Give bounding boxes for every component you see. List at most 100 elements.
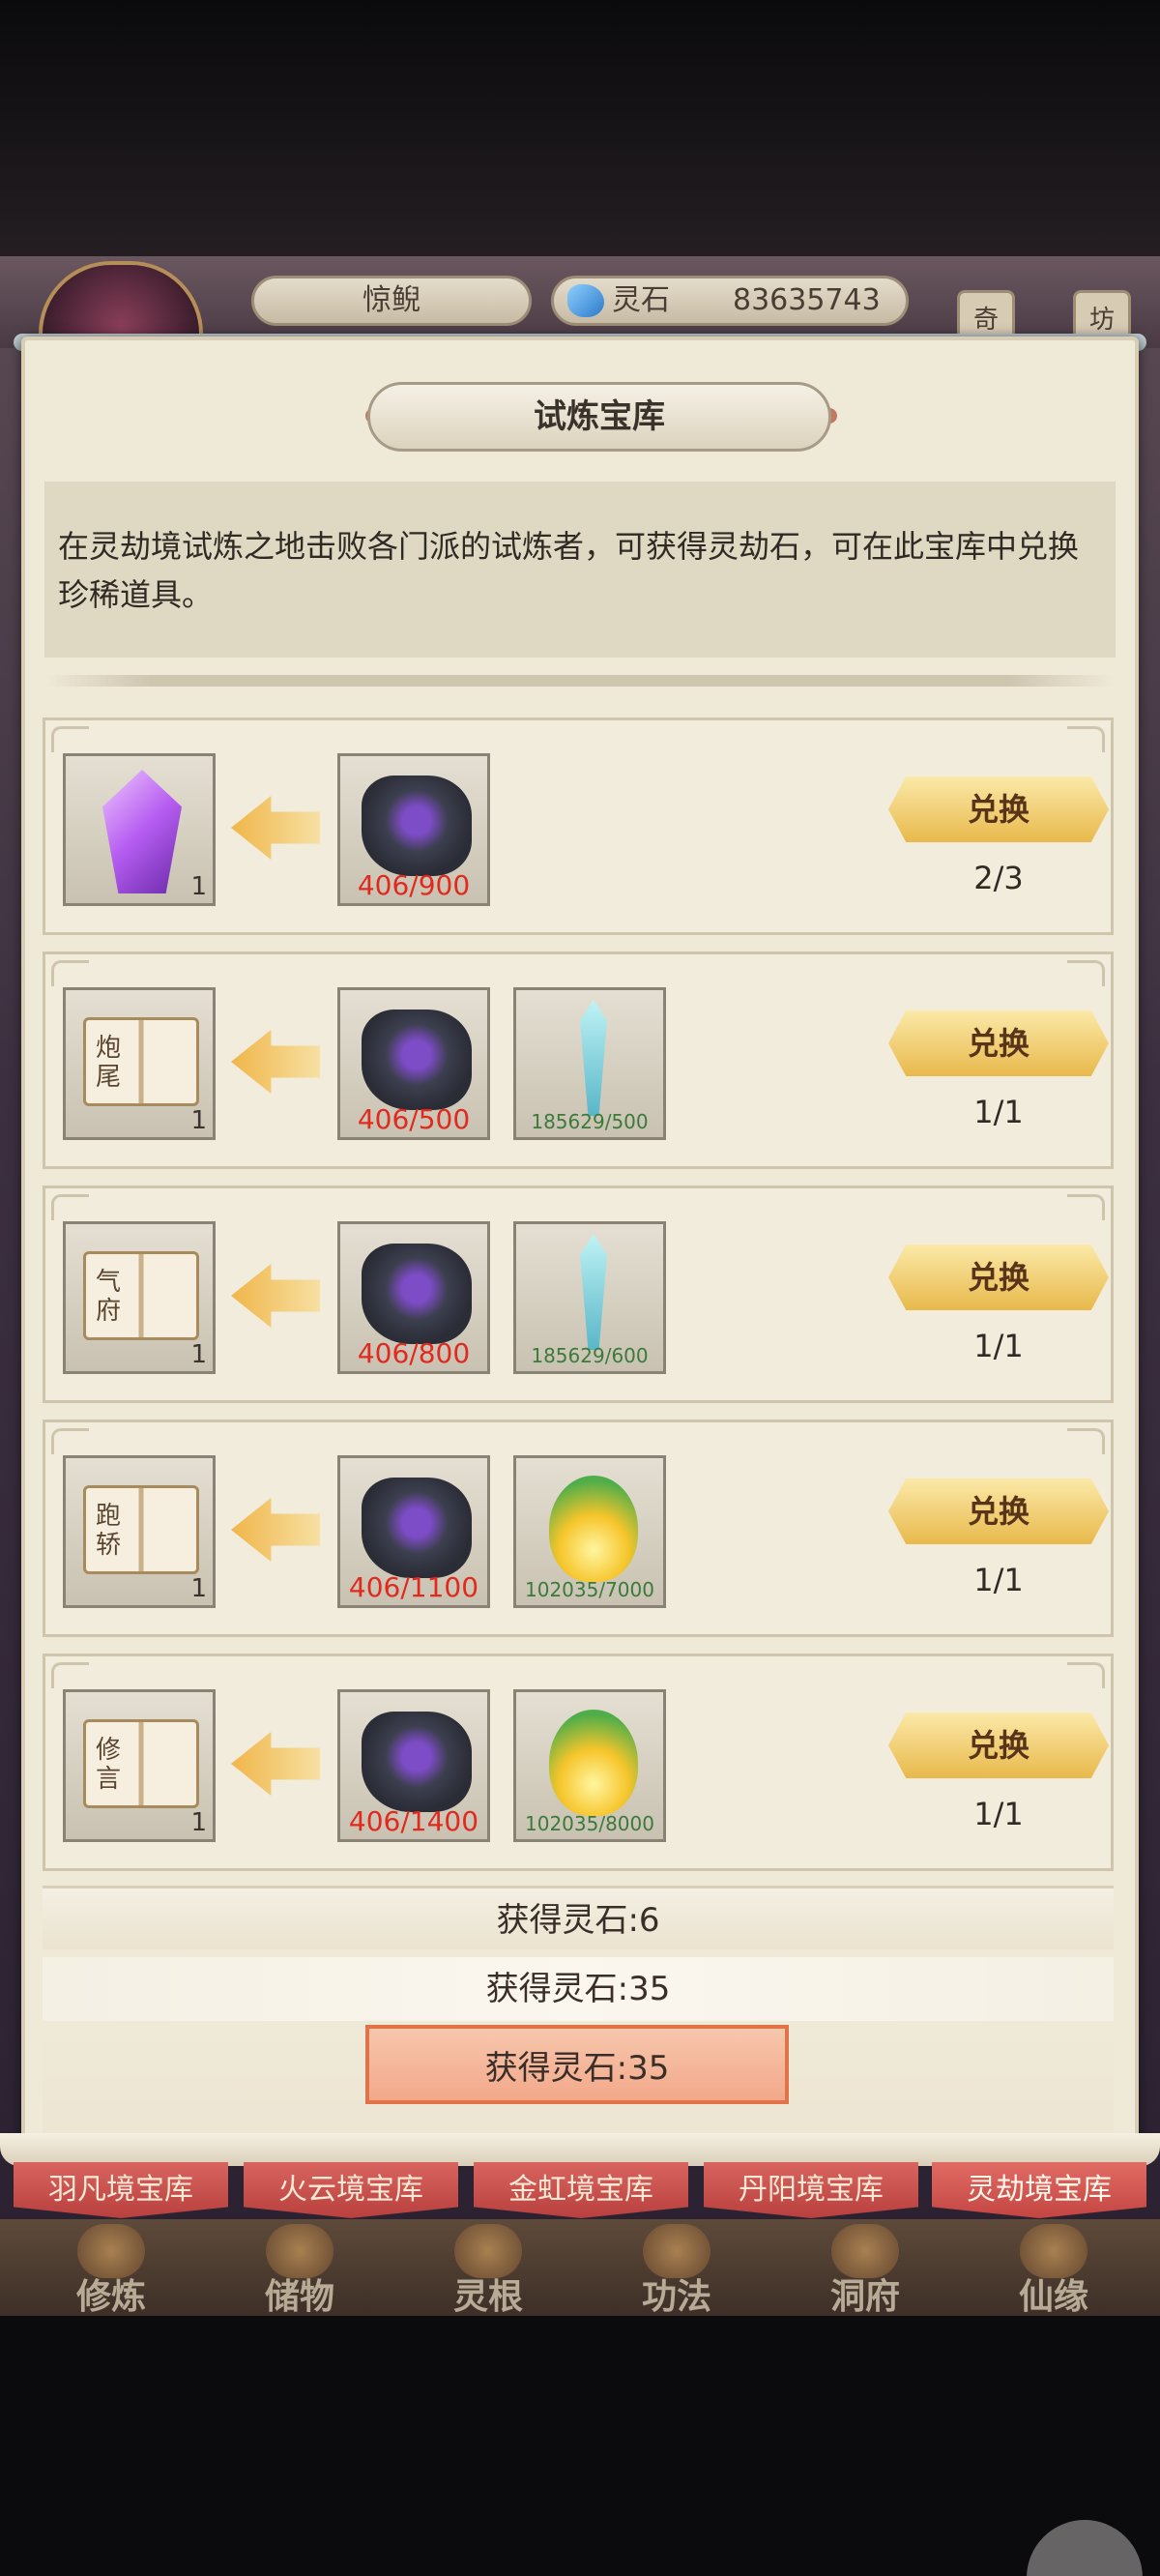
currency-value: 83635743 [733, 283, 881, 317]
nav-label: 功法 [641, 2277, 711, 2317]
tab-jinhong[interactable]: 金虹境宝库 [474, 2162, 688, 2218]
arrow-left-icon [231, 1498, 320, 1562]
reward-slot[interactable]: 炮尾 1 [63, 987, 216, 1140]
exchange-limit: 1/1 [973, 1562, 1024, 1598]
exchange-button[interactable]: 兑换 [888, 1478, 1109, 1544]
spirit-fire-icon [549, 1476, 638, 1582]
cost-slot[interactable]: 406/900 [337, 753, 490, 906]
treasury-tabs: 羽凡境宝库 火云境宝库 金虹境宝库 丹阳境宝库 灵劫境宝库 [0, 2162, 1160, 2222]
cost-progress: 406/1400 [348, 1805, 479, 1837]
reward-slot[interactable]: 1 [63, 753, 216, 906]
tab-lingjie[interactable]: 灵劫境宝库 [932, 2162, 1146, 2218]
cost-progress: 406/800 [357, 1337, 471, 1369]
skill-book-icon: 跑轿 [83, 1485, 199, 1574]
cost-slot[interactable]: 406/1100 [337, 1455, 490, 1608]
reward-qty: 1 [190, 872, 207, 901]
spirit-fire-icon [549, 1710, 638, 1816]
exchange-row: 气府 1 406/800 185629/600 兑换 1/1 [43, 1186, 1114, 1403]
tab-yufan[interactable]: 羽凡境宝库 [14, 2162, 228, 2218]
nav-label: 洞府 [829, 2277, 900, 2317]
skill-book-icon: 炮尾 [83, 1017, 199, 1106]
cost-slot[interactable]: 185629/500 [513, 987, 666, 1140]
divider [44, 675, 1116, 687]
spirit-rock-icon [362, 1010, 472, 1110]
nav-label: 修炼 [75, 2277, 146, 2317]
nav-dongfu[interactable]: 洞府 [773, 2224, 957, 2317]
cost-slot[interactable]: 406/1400 [337, 1689, 490, 1842]
exchange-button[interactable]: 兑换 [888, 776, 1109, 842]
book-glyph: 修言 [96, 1736, 122, 1794]
reward-toast-highlight: 获得灵石:35 [365, 2025, 789, 2104]
currency-display: 灵石 83635743 [551, 276, 909, 326]
reward-qty: 1 [190, 1340, 207, 1369]
cost-slot[interactable]: 102035/7000 [513, 1455, 666, 1608]
exchange-button[interactable]: 兑换 [888, 1010, 1109, 1076]
exchange-limit: 1/1 [973, 1796, 1024, 1832]
nav-xiulian[interactable]: 修炼 [19, 2224, 203, 2317]
cost-progress: 406/500 [357, 1103, 471, 1135]
book-glyph: 炮尾 [96, 1034, 122, 1092]
reward-qty: 1 [190, 1106, 207, 1135]
jade-sword-icon [580, 1234, 607, 1350]
book-glyph: 跑轿 [96, 1502, 122, 1560]
nav-xianyuan[interactable]: 仙缘 [962, 2224, 1146, 2317]
nav-chuwu[interactable]: 储物 [208, 2224, 392, 2317]
exchange-limit: 2/3 [973, 860, 1024, 896]
nav-linggen[interactable]: 灵根 [396, 2224, 580, 2317]
spirit-rock-icon [362, 1478, 472, 1578]
cost-slot[interactable]: 102035/8000 [513, 1689, 666, 1842]
skill-book-icon: 修言 [83, 1719, 199, 1808]
skill-book-icon: 气府 [83, 1251, 199, 1340]
tab-danyang[interactable]: 丹阳境宝库 [704, 2162, 918, 2218]
exchange-row: 1 406/900 兑换 2/3 [43, 717, 1114, 935]
arrow-left-icon [231, 796, 320, 860]
nav-label: 灵根 [452, 2277, 523, 2317]
spirit-rock-icon [362, 776, 472, 876]
reward-qty: 1 [190, 1574, 207, 1603]
description-text: 在灵劫境试炼之地击败各门派的试炼者，可获得灵劫石，可在此宝库中兑换珍稀道具。 [58, 528, 1080, 613]
jade-sword-icon [580, 1000, 607, 1116]
cost-progress: 406/1100 [348, 1571, 479, 1603]
panel-title-banner: 试炼宝库 [367, 382, 831, 452]
nav-gongfa[interactable]: 功法 [585, 2224, 768, 2317]
reward-slot[interactable]: 跑轿 1 [63, 1455, 216, 1608]
scroll-bottom-edge [0, 2133, 1160, 2166]
reward-slot[interactable]: 修言 1 [63, 1689, 216, 1842]
description-box: 在灵劫境试炼之地击败各门派的试炼者，可获得灵劫石，可在此宝库中兑换珍稀道具。 [44, 482, 1116, 658]
cost-slot[interactable]: 406/500 [337, 987, 490, 1140]
arrow-left-icon [231, 1732, 320, 1796]
nav-label: 储物 [264, 2277, 334, 2317]
currency-label: 灵石 [612, 283, 670, 317]
reward-toast: 获得灵石:6 [43, 1886, 1114, 1949]
bottom-background [0, 2316, 1160, 2576]
nav-label: 仙缘 [1018, 2277, 1088, 2317]
cost-slot[interactable]: 406/800 [337, 1221, 490, 1374]
arrow-left-icon [231, 1030, 320, 1094]
reward-qty: 1 [190, 1808, 207, 1837]
exchange-button[interactable]: 兑换 [888, 1244, 1109, 1310]
exchange-row: 跑轿 1 406/1100 102035/7000 兑换 1/1 [43, 1420, 1114, 1637]
cost-progress: 185629/500 [531, 1110, 649, 1133]
book-glyph: 气府 [96, 1268, 122, 1326]
exchange-limit: 1/1 [973, 1328, 1024, 1364]
cost-progress: 185629/600 [531, 1344, 649, 1367]
exchange-limit: 1/1 [973, 1094, 1024, 1130]
cost-slot[interactable]: 185629/600 [513, 1221, 666, 1374]
reward-slot[interactable]: 气府 1 [63, 1221, 216, 1374]
reward-toast: 获得灵石:35 [43, 1957, 1114, 2021]
spirit-rock-icon [362, 1712, 472, 1812]
top-background [0, 0, 1160, 256]
player-name: 惊鲵 [251, 276, 532, 326]
cost-progress: 406/900 [357, 869, 471, 901]
tab-huoyun[interactable]: 火云境宝库 [244, 2162, 458, 2218]
exchange-row: 炮尾 1 406/500 185629/500 兑换 1/1 [43, 951, 1114, 1169]
exchange-row: 修言 1 406/1400 102035/8000 兑换 1/1 [43, 1654, 1114, 1871]
exchange-button[interactable]: 兑换 [888, 1712, 1109, 1778]
arrow-left-icon [231, 1264, 320, 1328]
panel-title: 试炼宝库 [534, 397, 665, 436]
cost-progress: 102035/7000 [525, 1578, 654, 1601]
cost-progress: 102035/8000 [525, 1812, 654, 1835]
spirit-stone-icon [567, 284, 604, 317]
purple-crystal-icon [102, 770, 182, 893]
spirit-rock-icon [362, 1244, 472, 1344]
